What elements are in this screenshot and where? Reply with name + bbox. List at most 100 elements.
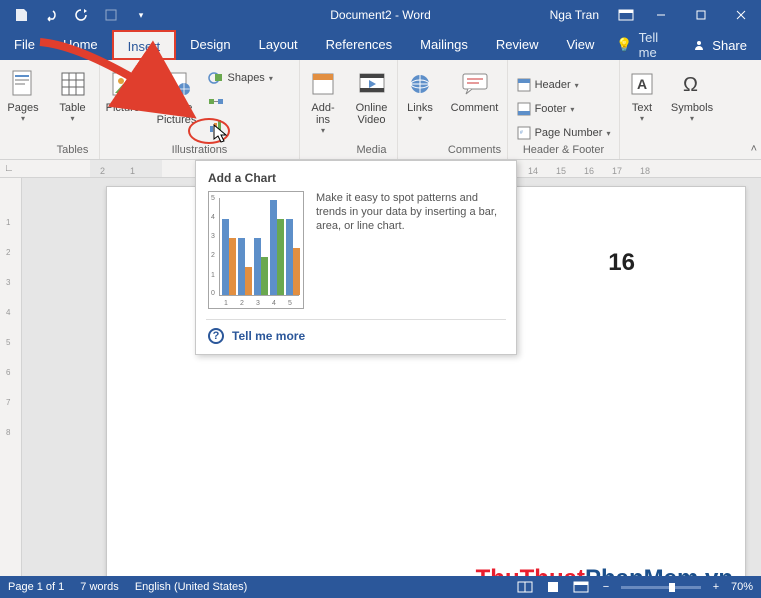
print-layout-button[interactable] [543, 579, 563, 595]
ruler-tick: 14 [528, 166, 538, 176]
share-label: Share [712, 38, 747, 53]
comment-button[interactable]: Comment [444, 64, 506, 114]
share-button[interactable]: Share [678, 30, 761, 60]
footer-label: Footer [535, 103, 567, 115]
page-number-button[interactable]: #Page Number▾ [513, 124, 615, 142]
symbols-button[interactable]: Ω Symbols ▾ [665, 64, 719, 123]
pictures-button[interactable]: Pictures [102, 64, 150, 114]
zoom-level[interactable]: 70% [731, 581, 753, 593]
links-button[interactable]: Links ▾ [399, 64, 441, 123]
customize-qat-button[interactable]: ▾ [128, 2, 154, 28]
status-page[interactable]: Page 1 of 1 [8, 581, 64, 593]
addins-label: Add- ins [311, 102, 334, 126]
status-words[interactable]: 7 words [80, 581, 119, 593]
table-button[interactable]: Table ▾ [50, 64, 96, 123]
tab-view[interactable]: View [552, 30, 608, 60]
tooltip-description: Make it easy to spot patterns and trends… [316, 191, 504, 233]
svg-text:#: # [520, 130, 523, 136]
share-icon [692, 38, 706, 52]
maximize-button[interactable] [681, 0, 721, 30]
shapes-button[interactable]: Shapes ▾ [204, 68, 298, 88]
footer-button[interactable]: Footer▾ [513, 100, 615, 118]
online-video-button[interactable]: Online Video [349, 64, 395, 126]
ruler-tick: 18 [640, 166, 650, 176]
smartart-button[interactable] [204, 92, 298, 112]
tab-selector[interactable]: ∟ [4, 163, 14, 174]
shapes-label: Shapes [228, 72, 265, 84]
addins-button[interactable]: Add- ins ▾ [300, 64, 346, 135]
title-bar: ▾ Document2 - Word Nga Tran [0, 0, 761, 30]
smartart-icon [208, 94, 224, 110]
ribbon-tabs: File Home Insert Design Layout Reference… [0, 30, 761, 60]
save-button[interactable] [8, 2, 34, 28]
online-pictures-label: Online Pictures [157, 102, 197, 126]
header-icon [517, 78, 531, 92]
status-language[interactable]: English (United States) [135, 581, 248, 593]
lightbulb-icon: 💡 [616, 37, 632, 53]
comment-icon [459, 68, 491, 100]
comment-label: Comment [451, 102, 499, 114]
web-layout-button[interactable] [571, 579, 591, 595]
tell-me-more-label: Tell me more [232, 329, 305, 343]
close-button[interactable] [721, 0, 761, 30]
undo-button[interactable] [38, 2, 64, 28]
tell-me-more-link[interactable]: ? Tell me more [208, 326, 504, 346]
ribbon-display-options-button[interactable] [611, 0, 641, 30]
status-bar: Page 1 of 1 7 words English (United Stat… [0, 576, 761, 598]
text-label: Text [632, 102, 652, 114]
redo-button[interactable] [68, 2, 94, 28]
svg-text:A: A [637, 76, 647, 92]
header-button[interactable]: Header▾ [513, 76, 615, 94]
media-group-label: Media [357, 142, 387, 157]
quick-access-toolbar: ▾ [0, 2, 154, 28]
document-text: 16 [608, 249, 635, 277]
tell-me-label: Tell me [639, 30, 679, 60]
svg-text:Ω: Ω [683, 74, 698, 96]
ribbon: Pages ▾ Table ▾ Tables Pictures Online P… [0, 60, 761, 160]
chart-button[interactable] [204, 116, 298, 136]
text-icon: A [626, 68, 658, 100]
zoom-slider[interactable] [621, 586, 701, 589]
zoom-out-button[interactable]: − [599, 581, 613, 593]
tab-mailings[interactable]: Mailings [406, 30, 482, 60]
chart-icon [208, 118, 224, 134]
symbols-icon: Ω [676, 68, 708, 100]
zoom-in-button[interactable]: + [709, 581, 723, 593]
tab-home[interactable]: Home [49, 30, 112, 60]
tab-layout[interactable]: Layout [245, 30, 312, 60]
minimize-button[interactable] [641, 0, 681, 30]
links-icon [404, 68, 436, 100]
read-mode-button[interactable] [515, 579, 535, 595]
user-name[interactable]: Nga Tran [550, 8, 599, 22]
pages-button[interactable]: Pages ▾ [0, 64, 46, 123]
tab-insert[interactable]: Insert [112, 30, 177, 60]
shapes-icon [208, 70, 224, 86]
ruler-tick: 17 [612, 166, 622, 176]
online-video-label: Online Video [356, 102, 388, 126]
tab-design[interactable]: Design [176, 30, 244, 60]
comments-group-label: Comments [448, 142, 501, 157]
tell-me-search[interactable]: 💡 Tell me [616, 30, 678, 60]
tables-group-label: Tables [57, 142, 89, 157]
header-label: Header [535, 79, 571, 91]
table-icon [57, 68, 89, 100]
header-footer-group-label: Header & Footer [523, 142, 604, 157]
footer-icon [517, 102, 531, 116]
tab-file[interactable]: File [0, 30, 49, 60]
illustrations-group-label: Illustrations [172, 142, 228, 157]
tooltip-add-chart: Add a Chart 543210 12345 Make it easy to… [195, 160, 517, 355]
touch-mode-button[interactable] [98, 2, 124, 28]
ruler-tick: 15 [556, 166, 566, 176]
tab-review[interactable]: Review [482, 30, 553, 60]
ruler-tick: 2 [100, 166, 105, 176]
online-pictures-button[interactable]: Online Pictures [152, 64, 202, 126]
symbols-label: Symbols [671, 102, 713, 114]
tab-references[interactable]: References [312, 30, 406, 60]
ruler-vertical[interactable]: 1 2 3 4 5 6 7 8 [0, 178, 22, 576]
collapse-ribbon-button[interactable]: ˄ [751, 143, 757, 155]
pictures-label: Pictures [106, 102, 146, 114]
ruler-tick: 1 [130, 166, 135, 176]
online-video-icon [356, 68, 388, 100]
text-button[interactable]: A Text ▾ [621, 64, 663, 123]
tooltip-title: Add a Chart [208, 171, 504, 185]
